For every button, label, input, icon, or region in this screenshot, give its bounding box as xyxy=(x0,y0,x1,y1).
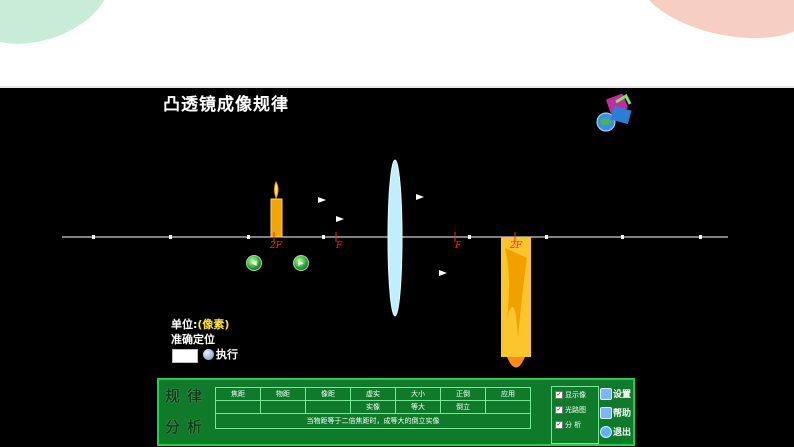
panel-tag-char: 析 xyxy=(187,418,203,436)
analysis-note: 当物距等于二倍焦距时，成等大的倒立实像 xyxy=(215,413,531,429)
banner-decoration-left xyxy=(0,0,119,60)
exit-label: 退出 xyxy=(613,428,632,438)
table-cell xyxy=(305,400,351,414)
arrow-right-icon: ▶ xyxy=(298,259,304,267)
unit-row: 单位:(像素) xyxy=(171,316,229,332)
table-cell: 倒立 xyxy=(440,400,486,414)
axis-tick xyxy=(169,235,172,239)
checkbox-icon: ✓ xyxy=(555,420,563,429)
simulation-stage: 凸透镜成像规律 2F F F 2F ◀ ▶ 单位:(像素) 准确定位 执行 规 … xyxy=(0,88,794,447)
axis-tick xyxy=(322,235,325,239)
convex-lens[interactable] xyxy=(387,159,403,317)
exit-button[interactable]: 退出 xyxy=(600,422,634,441)
checkbox-label: 显示像 xyxy=(565,390,586,399)
arrow-left-icon: ◀ xyxy=(251,259,257,267)
help-label: 帮助 xyxy=(613,409,632,419)
analysis-table: 焦距 物距 像距 虚实 大小 正倒 应用 实像 等大 倒立 当物距等于二倍焦距时… xyxy=(215,387,531,429)
table-header-application: 应用 xyxy=(485,387,531,401)
show-image-checkbox[interactable]: ✓ 显示像 xyxy=(552,387,598,402)
table-header-row: 焦距 物距 像距 虚实 大小 正倒 应用 xyxy=(215,387,531,401)
precise-position-label: 准确定位 xyxy=(171,333,215,346)
ray-diagram-checkbox[interactable]: ✓ 光路图 xyxy=(552,402,598,417)
table-header-focal-length: 焦距 xyxy=(215,387,261,401)
candle-object[interactable] xyxy=(270,180,283,238)
help-button[interactable]: 帮助 xyxy=(600,403,634,422)
header-banner xyxy=(0,0,794,88)
execute-icon xyxy=(203,348,214,360)
panel-actions: 设置 帮助 退出 xyxy=(600,384,634,444)
move-right-button[interactable]: ▶ xyxy=(293,255,309,271)
table-header-orientation: 正倒 xyxy=(440,387,486,401)
table-header-object-distance: 物距 xyxy=(260,387,306,401)
ray-arrow-icon xyxy=(318,197,326,203)
ray-arrow-icon xyxy=(439,270,447,276)
candle-image xyxy=(501,237,531,368)
checkbox-label: 分 析 xyxy=(565,420,582,429)
axis-tick xyxy=(545,235,548,239)
move-left-button[interactable]: ◀ xyxy=(246,255,262,271)
panel-tag-char: 律 xyxy=(187,387,203,405)
table-cell xyxy=(215,400,261,414)
unit-label: 单位: xyxy=(171,318,198,331)
table-header-image-distance: 像距 xyxy=(305,387,351,401)
ray-arrow-icon xyxy=(416,194,424,200)
table-note-row: 当物距等于二倍焦距时，成等大的倒立实像 xyxy=(215,413,531,429)
panel-tag-char: 规 xyxy=(165,387,181,405)
help-icon xyxy=(600,406,612,419)
table-header-real-virtual: 虚实 xyxy=(350,387,396,401)
axis-tick xyxy=(247,235,250,239)
two-f-left-label: 2F xyxy=(269,241,283,251)
settings-label: 设置 xyxy=(613,390,632,400)
checkbox-icon: ✓ xyxy=(555,405,563,414)
f-left-label: F xyxy=(335,241,343,251)
checkbox-icon: ✓ xyxy=(555,390,563,399)
position-input[interactable] xyxy=(172,349,198,363)
table-row: 实像 等大 倒立 xyxy=(215,400,531,414)
checkbox-label: 光路图 xyxy=(565,405,586,414)
panel-tag-char: 分 xyxy=(165,418,181,436)
table-cell xyxy=(485,400,531,414)
two-f-right-label: 2F xyxy=(509,241,523,251)
analysis-checkbox[interactable]: ✓ 分 析 xyxy=(552,417,598,432)
axis-tick xyxy=(468,235,471,239)
table-cell xyxy=(260,400,306,414)
exit-icon xyxy=(600,425,612,438)
unit-value: (像素) xyxy=(197,318,230,331)
table-cell: 实像 xyxy=(350,400,396,414)
axis-tick xyxy=(699,235,702,239)
table-header-size: 大小 xyxy=(395,387,441,401)
ray-arrow-icon xyxy=(336,216,344,222)
monitor-icon xyxy=(600,387,612,400)
display-options: ✓ 显示像 ✓ 光路图 ✓ 分 析 xyxy=(551,386,599,444)
banner-decoration-right xyxy=(632,0,794,53)
table-cell: 等大 xyxy=(395,400,441,414)
execute-label: 执行 xyxy=(216,348,238,361)
panel-tag: 规 律 分 析 xyxy=(163,384,207,442)
f-right-label: F xyxy=(454,241,462,251)
axis-tick xyxy=(621,235,624,239)
execute-button[interactable]: 执行 xyxy=(203,346,238,362)
analysis-panel: 规 律 分 析 焦距 物距 像距 虚实 大小 正倒 应用 实像 等大 倒立 当物… xyxy=(157,378,635,446)
settings-button[interactable]: 设置 xyxy=(600,384,634,403)
axis-tick xyxy=(92,235,95,239)
